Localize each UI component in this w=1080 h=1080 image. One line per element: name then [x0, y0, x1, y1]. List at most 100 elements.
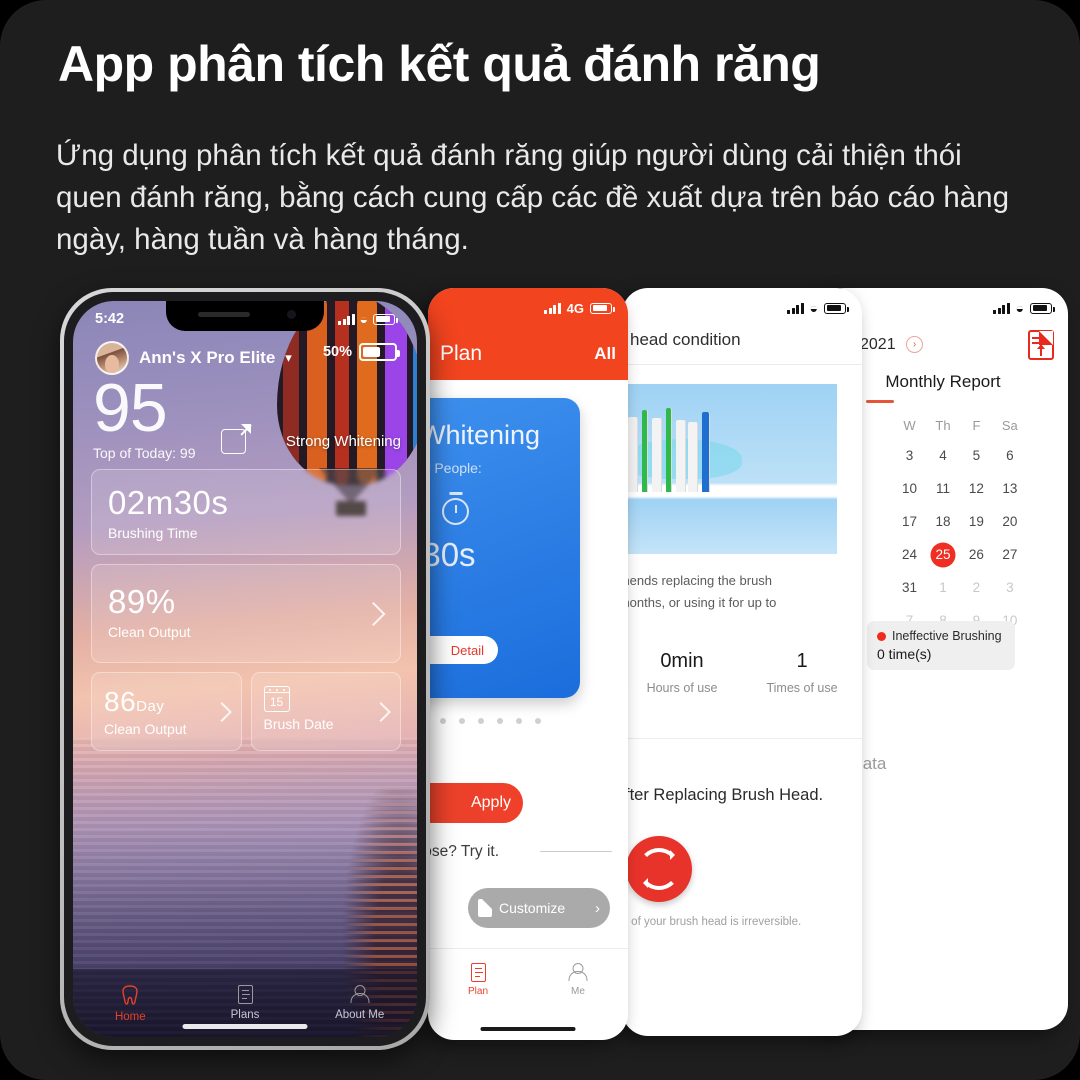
- apply-button[interactable]: Apply: [428, 783, 523, 823]
- timer-icon: [442, 498, 469, 525]
- day-cell[interactable]: 5: [960, 439, 993, 472]
- stat-value: 1: [796, 650, 808, 672]
- page-indicator-dots[interactable]: [440, 718, 541, 724]
- tab-plan[interactable]: Plan: [428, 949, 528, 1010]
- day-cell[interactable]: 24: [893, 538, 926, 571]
- card-label: Brushing Time: [108, 525, 198, 541]
- export-document-icon[interactable]: [1028, 330, 1054, 360]
- bristle: [628, 417, 637, 492]
- phone-screen-brush-head: ◒ head condition mmends replacing the br…: [622, 288, 862, 1036]
- day-cell[interactable]: [859, 571, 892, 604]
- page-dot[interactable]: [459, 718, 465, 724]
- tab-me[interactable]: Me: [528, 949, 628, 1010]
- card-label: Clean Output: [108, 624, 191, 640]
- whitening-plan-card[interactable]: Whitening or People: h30s Detail: [428, 398, 580, 698]
- day-cell[interactable]: [1027, 604, 1060, 637]
- day-cell[interactable]: 12: [960, 472, 993, 505]
- day-cell[interactable]: 13: [993, 472, 1026, 505]
- day-cell[interactable]: [859, 505, 892, 538]
- chevron-right-icon[interactable]: ›: [906, 336, 924, 354]
- home-indicator: [480, 1027, 576, 1031]
- bristle: [688, 422, 697, 492]
- device-name: Ann's X Pro Elite: [139, 348, 276, 367]
- wifi-icon: ◒: [809, 300, 818, 316]
- day-cell[interactable]: 10: [893, 472, 926, 505]
- day-cell[interactable]: 26: [960, 538, 993, 571]
- tab-about-me[interactable]: About Me: [302, 985, 417, 1021]
- signal-icon: [544, 302, 561, 314]
- divider: [622, 738, 862, 739]
- weekday-cell: Sa: [1001, 418, 1018, 433]
- brush-head-illustration: [622, 384, 837, 554]
- wifi-icon: ◒: [359, 311, 368, 327]
- day-cell[interactable]: 4: [926, 439, 959, 472]
- divider: [540, 851, 612, 852]
- day-cell[interactable]: 20: [993, 505, 1026, 538]
- page-dot[interactable]: [497, 718, 503, 724]
- page-dot[interactable]: [516, 718, 522, 724]
- divider: [622, 364, 862, 365]
- speaker-grill: [198, 312, 250, 317]
- customize-button[interactable]: Customize ›: [468, 888, 610, 928]
- weekday-cell: F: [972, 418, 981, 433]
- card-clean-output[interactable]: 89% Clean Output: [91, 564, 401, 663]
- promo-canvas: App phân tích kết quả đánh răng Ứng dụng…: [0, 0, 1080, 1080]
- tab-plans[interactable]: Plans: [188, 985, 303, 1021]
- day-cell[interactable]: 2: [960, 571, 993, 604]
- legend-label: Ineffective Brushing: [892, 629, 1002, 643]
- card-clean-output-days[interactable]: 86Day Clean Output: [91, 672, 242, 751]
- ineffective-brushing-legend: Ineffective Brushing 0 time(s): [867, 621, 1015, 670]
- detail-button-label: Detail: [450, 642, 484, 658]
- device-battery-icon: [359, 343, 400, 361]
- card-brush-date[interactable]: 15 Brush Date: [250, 672, 401, 751]
- plan-all-filter[interactable]: All: [594, 344, 616, 364]
- day-cell[interactable]: [1027, 538, 1060, 571]
- day-cell[interactable]: 3: [893, 439, 926, 472]
- day-cell[interactable]: 18: [926, 505, 959, 538]
- card-brushing-time[interactable]: 02m30s Brushing Time: [91, 469, 401, 555]
- phone-frame: 5:42 ◒ 50% Ann's X Pro Elite ▾ 95 Top of…: [60, 288, 430, 1050]
- day-cell[interactable]: [1027, 439, 1060, 472]
- day-cell[interactable]: 1: [926, 571, 959, 604]
- score-subtitle: Top of Today: 99: [93, 444, 196, 461]
- signal-icon: [338, 313, 355, 325]
- weekday-cell: Th: [935, 418, 951, 433]
- tab-bar-2[interactable]: Plan Me: [428, 948, 628, 1010]
- person-icon: [351, 985, 368, 1004]
- tooth-icon: [120, 984, 140, 1006]
- day-cell[interactable]: [1027, 505, 1060, 538]
- chevron-down-icon[interactable]: ▾: [285, 350, 292, 366]
- day-cell-selected[interactable]: 25: [926, 538, 959, 571]
- day-cell[interactable]: 17: [893, 505, 926, 538]
- document-icon: [470, 962, 486, 982]
- card-unit: Day: [136, 698, 165, 715]
- phone-notch: [166, 301, 324, 331]
- chevron-right-icon: ›: [595, 899, 600, 917]
- device-selector[interactable]: Ann's X Pro Elite ▾: [95, 341, 292, 375]
- day-cell[interactable]: [1027, 571, 1060, 604]
- day-cell[interactable]: 19: [960, 505, 993, 538]
- day-cell[interactable]: 6: [993, 439, 1026, 472]
- legend-value: 0 time(s): [877, 646, 932, 662]
- day-cell[interactable]: 3: [993, 571, 1026, 604]
- status-bar-3: ◒: [622, 288, 862, 328]
- page-title: App phân tích kết quả đánh răng: [58, 36, 821, 92]
- card-number: 86: [104, 686, 137, 717]
- brush-footnote: me of your brush head is irreversible.: [622, 916, 802, 928]
- page-dot[interactable]: [535, 718, 541, 724]
- day-cell[interactable]: [859, 472, 892, 505]
- page-dot[interactable]: [440, 718, 446, 724]
- day-cell[interactable]: [859, 439, 892, 472]
- day-cell[interactable]: 31: [893, 571, 926, 604]
- day-cell[interactable]: 27: [993, 538, 1026, 571]
- detail-button[interactable]: Detail: [428, 636, 498, 664]
- day-cell[interactable]: 11: [926, 472, 959, 505]
- day-cell[interactable]: [859, 538, 892, 571]
- tab-home[interactable]: Home: [73, 984, 188, 1023]
- external-link-icon[interactable]: [221, 424, 251, 454]
- refresh-icon[interactable]: [626, 836, 692, 902]
- replace-brush-head-title: After Replacing Brush Head.: [622, 786, 824, 804]
- day-cell[interactable]: [1027, 472, 1060, 505]
- page-dot[interactable]: [478, 718, 484, 724]
- tab-label: Plan: [467, 985, 488, 997]
